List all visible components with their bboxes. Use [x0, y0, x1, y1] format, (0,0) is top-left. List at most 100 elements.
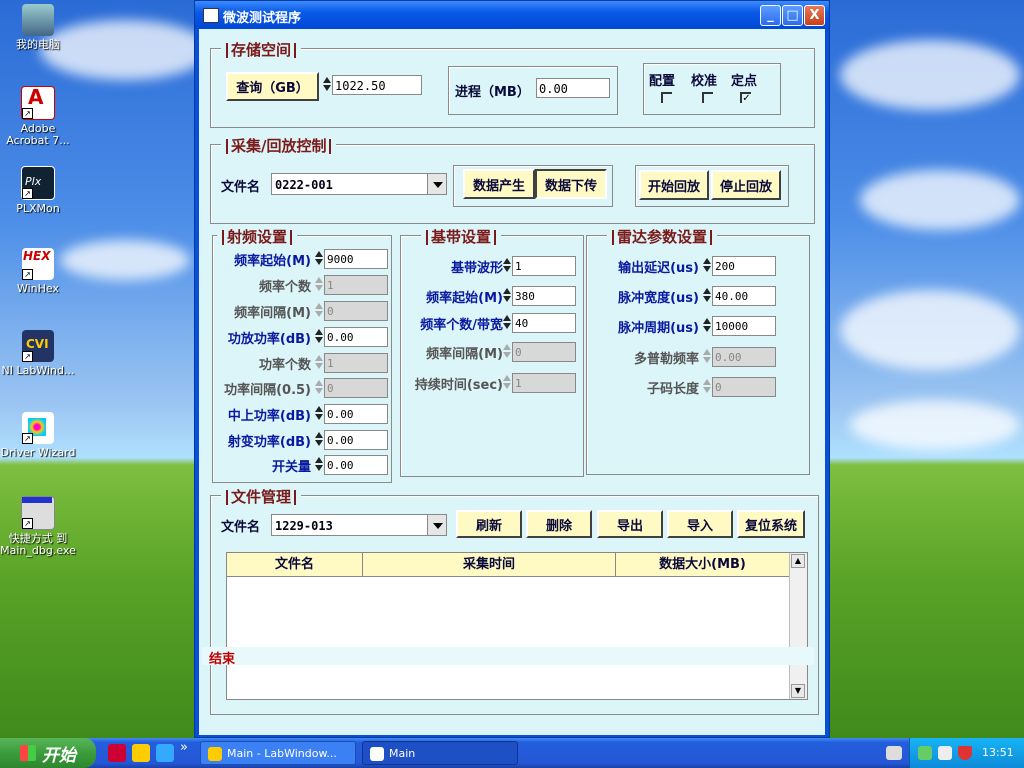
rf-row-label: 开关量 — [271, 460, 311, 475]
radar-row-label: 输出延迟(us) — [618, 261, 699, 276]
rf-row-spinner[interactable] — [315, 455, 323, 475]
start-button[interactable]: 开始 — [0, 738, 96, 768]
scroll-up-icon[interactable]: ▲ — [791, 554, 805, 568]
radar-row-spinner[interactable] — [703, 316, 711, 336]
ie-quicklaunch-icon[interactable] — [156, 744, 174, 762]
radar-row-label: 脉冲宽度(us) — [618, 291, 699, 306]
quicklaunch-chevron[interactable]: » — [180, 740, 188, 755]
desktop-icon-winhex[interactable]: HEX ↗ WinHex — [0, 248, 76, 295]
rf-row-spinner[interactable] — [315, 404, 323, 424]
rf-row-label: 功率个数 — [258, 358, 311, 373]
main-window: 微波测试程序 _ □ X 存储空间 查询（GB） 1022.50 进程（MB） … — [194, 0, 830, 738]
baseband-row-spinner[interactable] — [503, 286, 511, 306]
calibrate-checkbox[interactable] — [702, 92, 713, 103]
query-spinner[interactable] — [323, 75, 331, 95]
scroll-down-icon[interactable]: ▼ — [791, 684, 805, 698]
cvi-quicklaunch-icon[interactable] — [132, 744, 150, 762]
chevron-down-icon[interactable] — [427, 174, 446, 194]
computer-icon — [22, 4, 54, 36]
file-table[interactable]: 文件名 采集时间 数据大小(MB) ▲ ▼ — [226, 552, 808, 700]
chevron-down-icon[interactable] — [427, 515, 446, 535]
refresh-button[interactable]: 刷新 — [456, 510, 522, 538]
desktop-icon-driver-wizard[interactable]: ↗ Driver Wizard — [0, 412, 76, 459]
title-bar[interactable]: 微波测试程序 _ □ X — [195, 1, 829, 29]
column-header-filename[interactable]: 文件名 — [227, 553, 363, 577]
baseband-row-spinner[interactable] — [503, 256, 511, 276]
acrobat-icon: A ↗ — [21, 86, 55, 120]
radar-row-field: 0 — [712, 377, 776, 397]
taskbar-item-main[interactable]: Main — [362, 741, 518, 765]
column-header-time[interactable]: 采集时间 — [363, 553, 616, 577]
rf-row-label: 功放功率(dB) — [227, 332, 311, 347]
radar-row-field[interactable]: 200 — [712, 256, 776, 276]
config-checkbox[interactable] — [661, 92, 672, 103]
taskbar-item-labwindows[interactable]: Main - LabWindow... — [200, 741, 356, 765]
radar-row-field[interactable]: 40.00 — [712, 286, 776, 306]
network-icon[interactable] — [918, 746, 932, 760]
progress-value-field[interactable]: 0.00 — [536, 78, 610, 98]
files-file-combo[interactable]: 1229-013 — [271, 514, 447, 536]
wizard-icon: ↗ — [22, 412, 54, 444]
rf-row-spinner — [315, 301, 323, 321]
acquire-file-value: 0222-001 — [275, 178, 333, 192]
keyboard-icon[interactable] — [886, 746, 902, 760]
desktop-icon-acrobat[interactable]: A ↗ Adobe Acrobat 7... — [0, 86, 76, 147]
desktop-icon-main-dbg[interactable]: ↗ 快捷方式 到 Main_dbg.exe — [0, 496, 76, 557]
export-button[interactable]: 导出 — [597, 510, 663, 538]
rf-row-spinner[interactable] — [315, 249, 323, 269]
delete-button[interactable]: 删除 — [526, 510, 592, 538]
start-playback-button[interactable]: 开始回放 — [639, 170, 709, 200]
connection-icon[interactable] — [938, 746, 952, 760]
desktop-icon-plxmon[interactable]: Plx ↗ PLXMon — [0, 166, 76, 215]
fixed-point-checkbox[interactable]: ✓ — [740, 92, 751, 104]
clock[interactable]: 13:51 — [982, 746, 1014, 759]
maximize-button[interactable]: □ — [782, 5, 803, 26]
table-scrollbar[interactable]: ▲ ▼ — [789, 553, 807, 699]
data-download-button[interactable]: 数据下传 — [535, 169, 607, 199]
main-task-icon — [370, 747, 384, 761]
window-title: 微波测试程序 — [223, 11, 302, 26]
acquire-file-combo[interactable]: 0222-001 — [271, 173, 447, 195]
close-button[interactable]: X — [804, 5, 825, 26]
baseband-row-field[interactable]: 1 — [512, 256, 576, 276]
minimize-button[interactable]: _ — [760, 5, 781, 26]
desktop-icon-labwindows[interactable]: CVI ↗ NI LabWind... — [0, 330, 76, 377]
column-header-size[interactable]: 数据大小(MB) — [616, 553, 790, 577]
query-button[interactable]: 查询（GB） — [226, 72, 319, 101]
baseband-row-label: 频率起始(M) — [426, 291, 503, 306]
taskbar: 开始 » Main - LabWindow... Main 13:51 — [0, 738, 1024, 768]
storage-value-field[interactable]: 1022.50 — [332, 75, 422, 95]
baseband-row-field[interactable]: 40 — [512, 313, 576, 333]
rf-row-field[interactable]: 0.00 — [324, 404, 388, 424]
radar-row-label: 多普勒频率 — [633, 352, 699, 367]
security-shield-icon[interactable] — [958, 746, 972, 760]
desktop-icon-label: NI LabWind... — [1, 364, 75, 377]
rf-row-field[interactable]: 0.00 — [324, 430, 388, 450]
desktop-icon-my-computer[interactable]: 我的电脑 — [0, 4, 76, 51]
baseband-row-spinner[interactable] — [503, 313, 511, 333]
rf-row-label: 频率个数 — [258, 280, 311, 295]
check-fixed-label: 定点 — [731, 74, 758, 89]
window-icon — [203, 8, 219, 23]
radar-row-spinner[interactable] — [703, 286, 711, 306]
rf-row-spinner[interactable] — [315, 430, 323, 450]
rf-row-label: 频率起始(M) — [234, 254, 311, 269]
baseband-row-field[interactable]: 380 — [512, 286, 576, 306]
check-config-label: 配置 — [649, 74, 676, 89]
import-button[interactable]: 导入 — [667, 510, 733, 538]
acquire-file-label: 文件名 — [221, 180, 261, 195]
winhex-icon: HEX ↗ — [22, 248, 54, 280]
rf-row-field: 1 — [324, 275, 388, 295]
rf-row-field[interactable]: 0.00 — [324, 327, 388, 347]
rf-row-field[interactable]: 0.00 — [324, 455, 388, 475]
reset-system-button[interactable]: 复位系统 — [737, 510, 805, 538]
stop-playback-button[interactable]: 停止回放 — [711, 170, 781, 200]
desktop-icon-label: 我的电脑 — [16, 38, 60, 51]
cvi-task-icon — [208, 747, 222, 761]
rf-row-field[interactable]: 9000 — [324, 249, 388, 269]
radar-row-spinner[interactable] — [703, 256, 711, 276]
winhex-quicklaunch-icon[interactable] — [108, 744, 126, 762]
data-generate-button[interactable]: 数据产生 — [463, 169, 535, 199]
rf-row-spinner[interactable] — [315, 327, 323, 347]
radar-row-field[interactable]: 10000 — [712, 316, 776, 336]
